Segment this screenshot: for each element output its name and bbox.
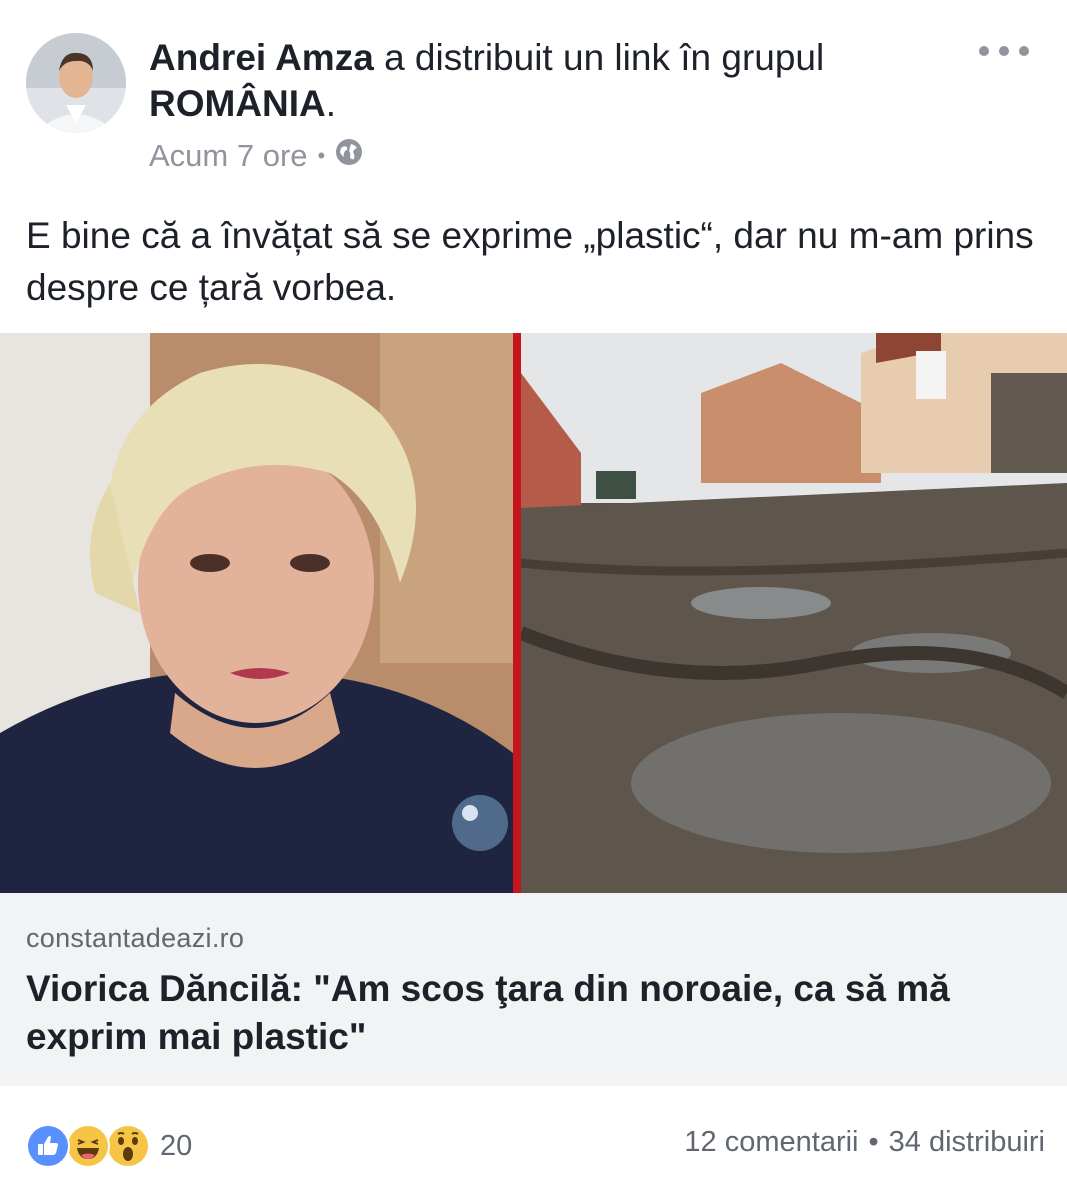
- post-header: Andrei Amza a distribuit un link în grup…: [149, 35, 929, 127]
- link-domain: constantadeazi.ro: [26, 923, 245, 953]
- author-avatar[interactable]: [26, 33, 126, 133]
- engagement-separator: •: [868, 1126, 879, 1158]
- post-timestamp[interactable]: Acum 7 ore: [149, 138, 308, 174]
- shares-count[interactable]: 34 distribuiri: [889, 1126, 1045, 1159]
- reactions-summary[interactable]: 20: [26, 1124, 192, 1168]
- globe-icon: [335, 138, 363, 174]
- meta-separator: •: [317, 143, 326, 168]
- engagement-stats: 12 comentarii • 34 distribuiri: [684, 1126, 1045, 1159]
- more-dot: [979, 46, 989, 56]
- reaction-count: 20: [160, 1129, 193, 1162]
- group-suffix: .: [325, 83, 337, 124]
- more-options-icon[interactable]: [979, 36, 1029, 66]
- link-caption[interactable]: constantadeazi.ro Viorica Dăncilă: "Am s…: [0, 893, 1067, 1086]
- muddy-road-photo: [518, 333, 1067, 893]
- post-footer: 20 12 comentarii • 34 distribuiri: [0, 1086, 1067, 1190]
- group-name[interactable]: ROMÂNIA: [149, 83, 326, 124]
- more-dot: [1019, 46, 1029, 56]
- like-icon: [26, 1124, 70, 1168]
- feed-post: Andrei Amza a distribuit un link în grup…: [0, 0, 1067, 1190]
- action-text: a distribuit un link în grupul: [384, 37, 825, 78]
- haha-icon: [66, 1124, 110, 1168]
- link-title: Viorica Dăncilă: "Am scos ţara din noroa…: [26, 968, 950, 1057]
- portrait-photo: [0, 333, 513, 893]
- post-message: E bine că a învățat să se exprime „plast…: [26, 215, 1034, 308]
- image-divider: [513, 333, 521, 893]
- author-name[interactable]: Andrei Amza: [149, 37, 374, 78]
- post-meta: Acum 7 ore •: [149, 138, 363, 174]
- comments-count[interactable]: 12 comentarii: [684, 1126, 858, 1159]
- wow-icon: [106, 1124, 150, 1168]
- link-preview-image[interactable]: [0, 333, 1067, 893]
- more-dot: [999, 46, 1009, 56]
